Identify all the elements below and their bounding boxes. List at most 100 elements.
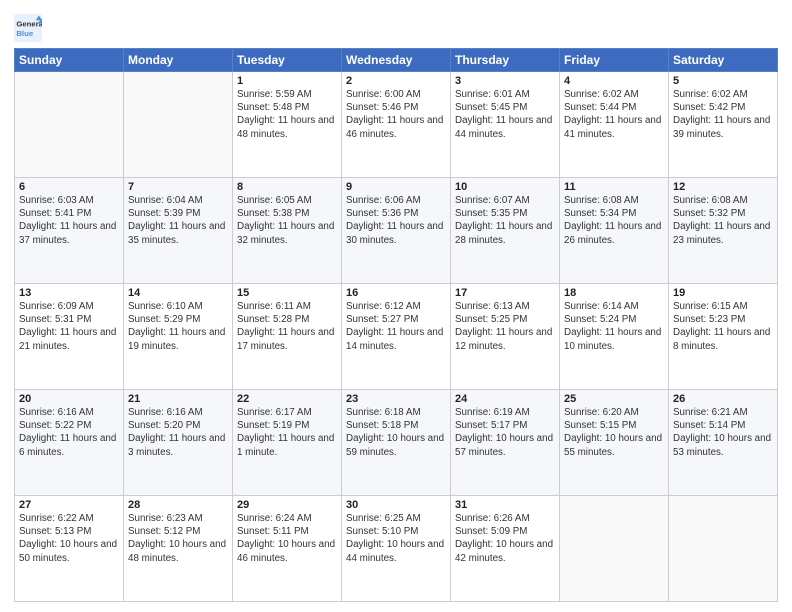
- header: General Blue: [14, 10, 778, 42]
- calendar-cell: 31Sunrise: 6:26 AM Sunset: 5:09 PM Dayli…: [451, 496, 560, 602]
- svg-text:Blue: Blue: [16, 29, 34, 38]
- calendar-cell: 18Sunrise: 6:14 AM Sunset: 5:24 PM Dayli…: [560, 284, 669, 390]
- day-number: 14: [128, 287, 228, 299]
- day-info: Sunrise: 6:25 AM Sunset: 5:10 PM Dayligh…: [346, 512, 446, 565]
- day-info: Sunrise: 6:18 AM Sunset: 5:18 PM Dayligh…: [346, 406, 446, 459]
- calendar-cell: 25Sunrise: 6:20 AM Sunset: 5:15 PM Dayli…: [560, 390, 669, 496]
- day-number: 6: [19, 181, 119, 193]
- calendar-cell: [669, 496, 778, 602]
- day-number: 31: [455, 499, 555, 511]
- day-info: Sunrise: 6:01 AM Sunset: 5:45 PM Dayligh…: [455, 88, 555, 141]
- day-number: 24: [455, 393, 555, 405]
- weekday-tuesday: Tuesday: [233, 49, 342, 72]
- weekday-header-row: SundayMondayTuesdayWednesdayThursdayFrid…: [15, 49, 778, 72]
- day-info: Sunrise: 6:20 AM Sunset: 5:15 PM Dayligh…: [564, 406, 664, 459]
- day-info: Sunrise: 6:06 AM Sunset: 5:36 PM Dayligh…: [346, 194, 446, 247]
- day-info: Sunrise: 6:13 AM Sunset: 5:25 PM Dayligh…: [455, 300, 555, 353]
- calendar-cell: 15Sunrise: 6:11 AM Sunset: 5:28 PM Dayli…: [233, 284, 342, 390]
- day-info: Sunrise: 6:09 AM Sunset: 5:31 PM Dayligh…: [19, 300, 119, 353]
- day-info: Sunrise: 6:21 AM Sunset: 5:14 PM Dayligh…: [673, 406, 773, 459]
- day-number: 29: [237, 499, 337, 511]
- calendar-cell: 29Sunrise: 6:24 AM Sunset: 5:11 PM Dayli…: [233, 496, 342, 602]
- day-number: 22: [237, 393, 337, 405]
- calendar-cell: 10Sunrise: 6:07 AM Sunset: 5:35 PM Dayli…: [451, 178, 560, 284]
- day-number: 11: [564, 181, 664, 193]
- calendar-cell: 17Sunrise: 6:13 AM Sunset: 5:25 PM Dayli…: [451, 284, 560, 390]
- day-info: Sunrise: 6:22 AM Sunset: 5:13 PM Dayligh…: [19, 512, 119, 565]
- day-number: 4: [564, 75, 664, 87]
- calendar-body: 1Sunrise: 5:59 AM Sunset: 5:48 PM Daylig…: [15, 72, 778, 602]
- calendar-table: SundayMondayTuesdayWednesdayThursdayFrid…: [14, 48, 778, 602]
- calendar-cell: 2Sunrise: 6:00 AM Sunset: 5:46 PM Daylig…: [342, 72, 451, 178]
- calendar-cell: 20Sunrise: 6:16 AM Sunset: 5:22 PM Dayli…: [15, 390, 124, 496]
- day-info: Sunrise: 6:16 AM Sunset: 5:20 PM Dayligh…: [128, 406, 228, 459]
- calendar-row: 20Sunrise: 6:16 AM Sunset: 5:22 PM Dayli…: [15, 390, 778, 496]
- day-number: 28: [128, 499, 228, 511]
- day-info: Sunrise: 6:02 AM Sunset: 5:44 PM Dayligh…: [564, 88, 664, 141]
- day-number: 12: [673, 181, 773, 193]
- day-number: 3: [455, 75, 555, 87]
- day-number: 15: [237, 287, 337, 299]
- calendar-cell: 28Sunrise: 6:23 AM Sunset: 5:12 PM Dayli…: [124, 496, 233, 602]
- calendar-cell: 6Sunrise: 6:03 AM Sunset: 5:41 PM Daylig…: [15, 178, 124, 284]
- day-number: 27: [19, 499, 119, 511]
- page: General Blue SundayMondayTuesdayWednesda…: [0, 0, 792, 612]
- calendar-row: 1Sunrise: 5:59 AM Sunset: 5:48 PM Daylig…: [15, 72, 778, 178]
- day-info: Sunrise: 6:08 AM Sunset: 5:34 PM Dayligh…: [564, 194, 664, 247]
- day-info: Sunrise: 6:07 AM Sunset: 5:35 PM Dayligh…: [455, 194, 555, 247]
- day-number: 23: [346, 393, 446, 405]
- day-info: Sunrise: 6:08 AM Sunset: 5:32 PM Dayligh…: [673, 194, 773, 247]
- calendar-cell: 19Sunrise: 6:15 AM Sunset: 5:23 PM Dayli…: [669, 284, 778, 390]
- day-number: 2: [346, 75, 446, 87]
- day-number: 20: [19, 393, 119, 405]
- day-info: Sunrise: 6:12 AM Sunset: 5:27 PM Dayligh…: [346, 300, 446, 353]
- calendar-cell: 14Sunrise: 6:10 AM Sunset: 5:29 PM Dayli…: [124, 284, 233, 390]
- day-number: 19: [673, 287, 773, 299]
- calendar-cell: 4Sunrise: 6:02 AM Sunset: 5:44 PM Daylig…: [560, 72, 669, 178]
- day-number: 10: [455, 181, 555, 193]
- calendar-cell: 1Sunrise: 5:59 AM Sunset: 5:48 PM Daylig…: [233, 72, 342, 178]
- day-number: 17: [455, 287, 555, 299]
- day-info: Sunrise: 6:17 AM Sunset: 5:19 PM Dayligh…: [237, 406, 337, 459]
- calendar-cell: [124, 72, 233, 178]
- calendar-cell: 9Sunrise: 6:06 AM Sunset: 5:36 PM Daylig…: [342, 178, 451, 284]
- calendar-cell: 12Sunrise: 6:08 AM Sunset: 5:32 PM Dayli…: [669, 178, 778, 284]
- day-info: Sunrise: 6:10 AM Sunset: 5:29 PM Dayligh…: [128, 300, 228, 353]
- day-number: 21: [128, 393, 228, 405]
- weekday-monday: Monday: [124, 49, 233, 72]
- weekday-sunday: Sunday: [15, 49, 124, 72]
- calendar-cell: 21Sunrise: 6:16 AM Sunset: 5:20 PM Dayli…: [124, 390, 233, 496]
- calendar-cell: 23Sunrise: 6:18 AM Sunset: 5:18 PM Dayli…: [342, 390, 451, 496]
- calendar-cell: 22Sunrise: 6:17 AM Sunset: 5:19 PM Dayli…: [233, 390, 342, 496]
- day-number: 5: [673, 75, 773, 87]
- logo-icon: General Blue: [14, 14, 42, 42]
- calendar-cell: 3Sunrise: 6:01 AM Sunset: 5:45 PM Daylig…: [451, 72, 560, 178]
- day-info: Sunrise: 6:11 AM Sunset: 5:28 PM Dayligh…: [237, 300, 337, 353]
- calendar-cell: 7Sunrise: 6:04 AM Sunset: 5:39 PM Daylig…: [124, 178, 233, 284]
- day-number: 7: [128, 181, 228, 193]
- logo: General Blue: [14, 14, 46, 42]
- day-info: Sunrise: 6:05 AM Sunset: 5:38 PM Dayligh…: [237, 194, 337, 247]
- weekday-saturday: Saturday: [669, 49, 778, 72]
- day-number: 9: [346, 181, 446, 193]
- day-info: Sunrise: 6:03 AM Sunset: 5:41 PM Dayligh…: [19, 194, 119, 247]
- calendar-cell: 30Sunrise: 6:25 AM Sunset: 5:10 PM Dayli…: [342, 496, 451, 602]
- day-info: Sunrise: 6:14 AM Sunset: 5:24 PM Dayligh…: [564, 300, 664, 353]
- calendar-cell: 16Sunrise: 6:12 AM Sunset: 5:27 PM Dayli…: [342, 284, 451, 390]
- calendar-cell: 5Sunrise: 6:02 AM Sunset: 5:42 PM Daylig…: [669, 72, 778, 178]
- day-info: Sunrise: 6:00 AM Sunset: 5:46 PM Dayligh…: [346, 88, 446, 141]
- day-number: 25: [564, 393, 664, 405]
- calendar-cell: 26Sunrise: 6:21 AM Sunset: 5:14 PM Dayli…: [669, 390, 778, 496]
- weekday-friday: Friday: [560, 49, 669, 72]
- day-info: Sunrise: 6:04 AM Sunset: 5:39 PM Dayligh…: [128, 194, 228, 247]
- calendar-cell: [560, 496, 669, 602]
- day-info: Sunrise: 6:02 AM Sunset: 5:42 PM Dayligh…: [673, 88, 773, 141]
- calendar-cell: 8Sunrise: 6:05 AM Sunset: 5:38 PM Daylig…: [233, 178, 342, 284]
- day-number: 18: [564, 287, 664, 299]
- calendar-cell: 27Sunrise: 6:22 AM Sunset: 5:13 PM Dayli…: [15, 496, 124, 602]
- day-info: Sunrise: 6:24 AM Sunset: 5:11 PM Dayligh…: [237, 512, 337, 565]
- day-number: 1: [237, 75, 337, 87]
- day-info: Sunrise: 6:15 AM Sunset: 5:23 PM Dayligh…: [673, 300, 773, 353]
- calendar-cell: [15, 72, 124, 178]
- day-info: Sunrise: 6:16 AM Sunset: 5:22 PM Dayligh…: [19, 406, 119, 459]
